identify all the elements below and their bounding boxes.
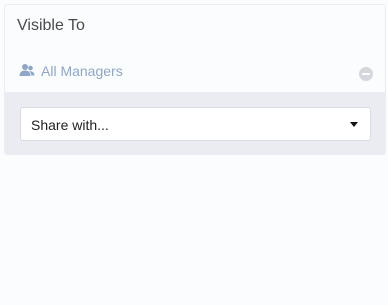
visible-to-panel: Visible To All Managers Share with... (4, 4, 386, 155)
share-with-selected-value: Share with... (31, 117, 109, 133)
panel-header: Visible To (5, 5, 385, 49)
caret-down-icon (350, 122, 358, 127)
remove-audience-button[interactable] (359, 67, 373, 81)
share-area: Share with... (5, 92, 385, 154)
audience-item-all-managers: All Managers (5, 49, 385, 92)
users-icon (19, 63, 35, 77)
share-with-dropdown[interactable]: Share with... (20, 107, 371, 141)
panel-title: Visible To (17, 17, 85, 34)
audience-label: All Managers (41, 63, 123, 79)
